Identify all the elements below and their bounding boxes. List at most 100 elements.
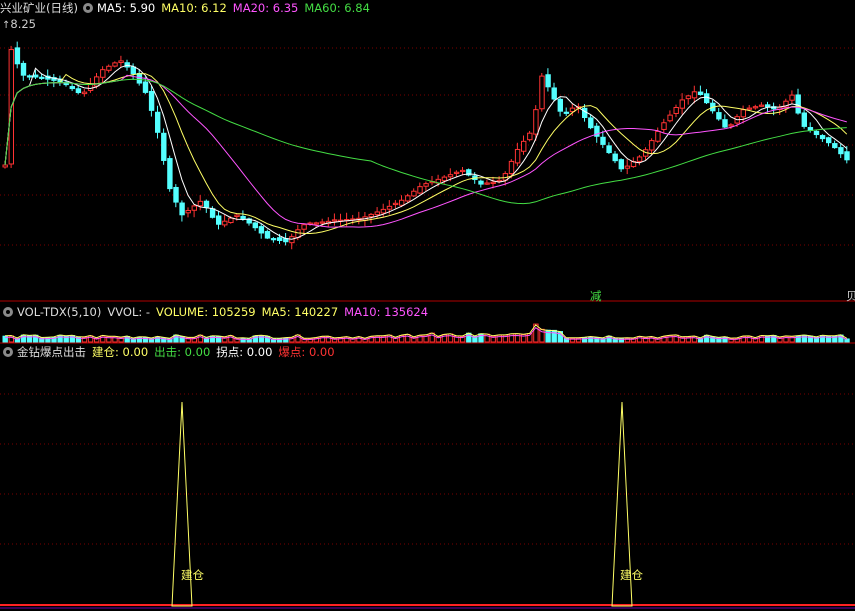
ma10-line: [4, 73, 848, 235]
candle-body: [447, 174, 454, 178]
volume-panel[interactable]: VOL-TDX(5,10) VVOL: - VOLUME: 105259 MA5: 1…: [0, 302, 855, 344]
candle-body: [557, 98, 563, 112]
candle-body: [527, 132, 533, 141]
candle-body: [832, 143, 838, 149]
candle-body: [551, 87, 557, 100]
candle-body: [39, 76, 45, 79]
candle-body: [185, 210, 191, 214]
candle-body: [173, 186, 179, 203]
candle-body: [588, 117, 594, 129]
candle-body: [264, 231, 271, 239]
candle-body: [374, 211, 381, 216]
ma60-label: MA60: 6.84: [304, 1, 370, 15]
candle-body: [26, 75, 33, 78]
candle-body: [252, 222, 259, 229]
candle-body: [191, 205, 198, 211]
candle-body: [490, 181, 496, 184]
stock-title: 兴业矿业(日线): [0, 1, 78, 15]
candle-body: [209, 208, 216, 218]
candle-body: [649, 140, 655, 151]
candle-body: [2, 164, 8, 168]
candle-body: [819, 135, 826, 140]
candle-body: [685, 95, 692, 100]
candle-body: [478, 180, 484, 185]
candle-body: [69, 86, 75, 90]
candle-body: [203, 200, 210, 208]
candle-body: [234, 214, 240, 217]
candle-body: [441, 176, 448, 182]
indicator-title: 金钻爆点出击: [17, 345, 86, 359]
candle-body: [765, 104, 771, 108]
build-signal-label-1: 建仓: [181, 568, 204, 582]
vol-ma5-label: MA5: 140227: [261, 305, 339, 319]
candle-body: [838, 147, 844, 155]
candle-body: [277, 237, 283, 242]
candle-body: [758, 104, 765, 107]
candle-body: [618, 159, 624, 170]
candle-body: [216, 215, 222, 225]
candle-body: [612, 153, 618, 162]
candle-body: [563, 111, 570, 114]
candle-body: [624, 165, 631, 169]
candle-body: [222, 220, 228, 226]
candle-body: [75, 88, 82, 94]
candle-body: [789, 94, 795, 101]
candle-body: [258, 226, 265, 234]
vol-ma10-label: MA10: 135624: [344, 305, 429, 319]
candle-body: [81, 91, 88, 95]
candle-body: [844, 151, 850, 161]
candle-body: [411, 190, 417, 197]
candle-body: [161, 132, 167, 161]
candle-body: [801, 112, 807, 127]
candle-body: [636, 156, 643, 162]
candle-body: [582, 107, 588, 118]
volume-label: VOLUME: 105259: [156, 305, 256, 319]
indicator-panel[interactable]: 金钻爆点出击 建仓: 0.00 出击: 0.00 拐点: 0.00 爆点: 0.00 建…: [0, 344, 855, 611]
candle-body: [795, 94, 801, 114]
high-price-label: ↑8.25: [2, 17, 36, 31]
candle-body: [655, 130, 661, 142]
candle-body: [112, 62, 118, 67]
candle-body: [270, 238, 277, 241]
candle-body: [148, 90, 155, 111]
kline-chart[interactable]: [0, 0, 855, 302]
candle-body: [368, 213, 374, 218]
gear-icon[interactable]: [82, 3, 93, 13]
candle-body: [87, 84, 94, 91]
indicator-header: 金钻爆点出击 建仓: 0.00 出击: 0.00 拐点: 0.00 爆点: 0.00: [0, 344, 341, 360]
build-value: 建仓: 0.00: [92, 345, 149, 359]
build-signal-label-2: 建仓: [620, 568, 643, 582]
candle-body: [539, 75, 545, 110]
candle-body: [380, 208, 387, 214]
candle-body: [20, 62, 27, 76]
gear-icon[interactable]: [3, 347, 13, 357]
candle-body: [405, 195, 411, 202]
candle-body: [533, 109, 539, 135]
kline-header: 兴业矿业(日线) MA5: 5.90 MA10: 6.12 MA20: 6.35 MA6…: [0, 0, 376, 16]
candle-body: [228, 217, 234, 224]
candle-body: [301, 224, 307, 230]
candle-body: [508, 160, 515, 175]
candle-body: [240, 215, 246, 220]
candle-body: [118, 60, 124, 64]
ma5-label: MA5: 5.90: [96, 1, 156, 15]
right-edge-signal-label: 贝: [846, 289, 855, 303]
candle-body: [545, 74, 551, 88]
candle-body: [100, 69, 106, 78]
candle-body: [423, 183, 429, 187]
candle-body: [136, 72, 143, 84]
candle-body: [752, 106, 759, 109]
turn-value: 拐点: 0.00: [216, 345, 273, 359]
vol-title: VOL-TDX(5,10): [17, 305, 102, 319]
candle-body: [155, 111, 161, 133]
candle-body: [716, 112, 722, 120]
candle-body: [399, 199, 405, 206]
kline-panel[interactable]: 兴业矿业(日线) MA5: 5.90 MA10: 6.12 MA20: 6.35 MA6…: [0, 0, 855, 303]
gear-icon[interactable]: [3, 307, 13, 317]
candle-body: [417, 186, 423, 194]
candle-body: [331, 219, 338, 222]
indicator-chart[interactable]: [0, 344, 855, 611]
candle-body: [106, 65, 112, 71]
candle-body: [514, 148, 521, 164]
candle-body: [130, 66, 137, 75]
